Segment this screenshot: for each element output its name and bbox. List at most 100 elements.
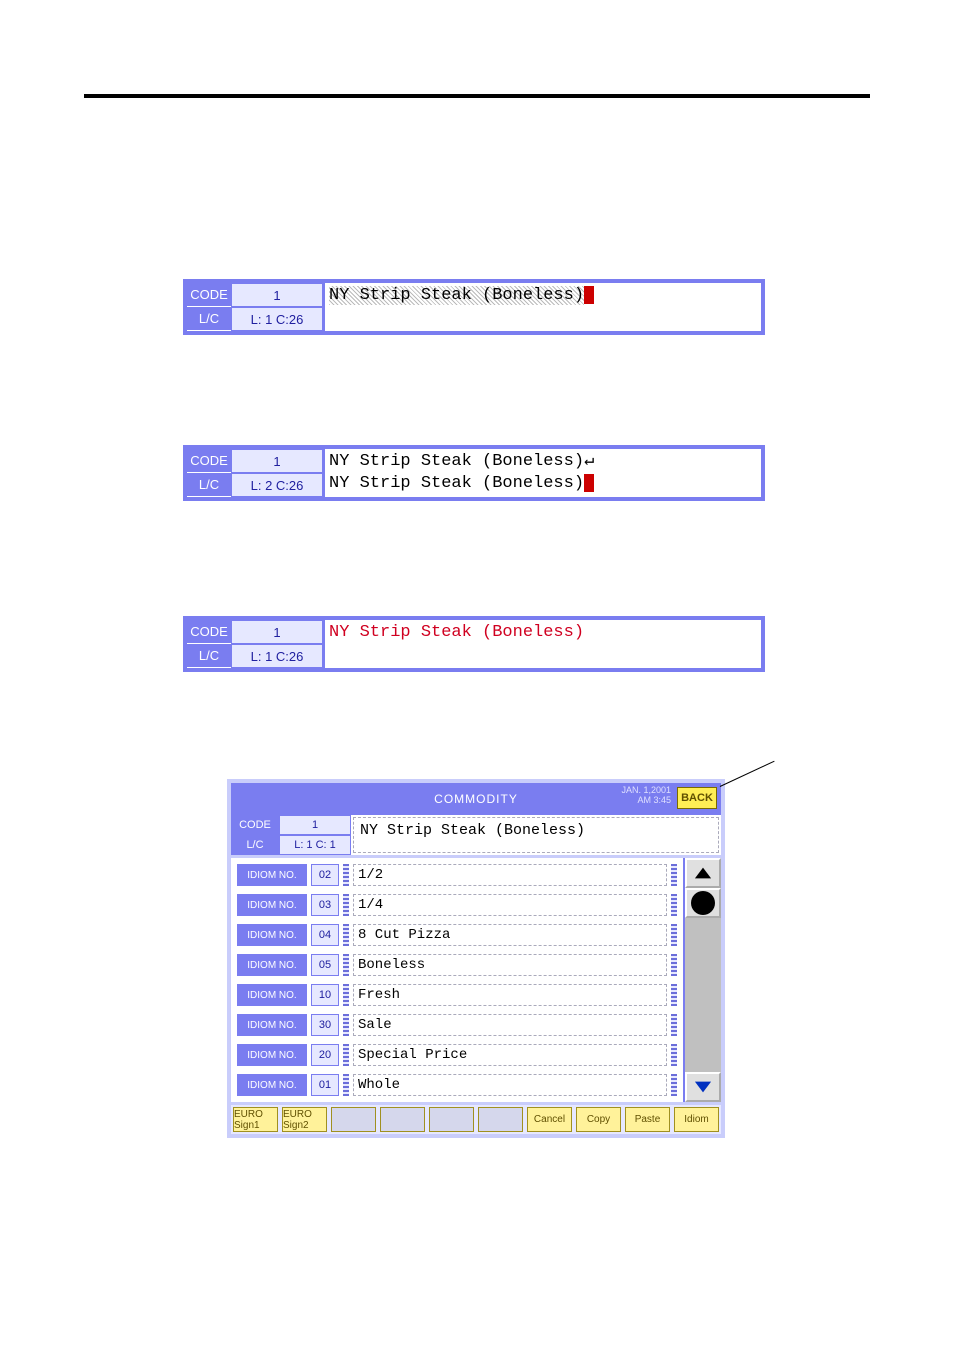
idiom-row[interactable]: IDIOM NO.03 1/4 xyxy=(237,890,677,920)
idiom-list-area: IDIOM NO.021/2IDIOM NO.031/4IDIOM NO.048… xyxy=(231,858,721,1102)
edit-text-area[interactable]: NY Strip Steak (Boneless) xyxy=(323,620,761,668)
idiom-no-value: 05 xyxy=(311,954,339,976)
triangle-down-icon xyxy=(694,1080,712,1094)
scrollbar xyxy=(683,858,721,1102)
grip-icon xyxy=(343,1014,349,1036)
idiom-rows: IDIOM NO.021/2IDIOM NO.031/4IDIOM NO.048… xyxy=(231,858,683,1102)
idiom-no-label: IDIOM NO. xyxy=(237,984,307,1006)
cancel-button[interactable]: Cancel xyxy=(527,1107,572,1132)
idiom-no-value: 04 xyxy=(311,924,339,946)
lc-label: L/C xyxy=(187,307,231,331)
grip-icon xyxy=(343,924,349,946)
grip-icon xyxy=(671,864,677,886)
grip-icon xyxy=(671,1074,677,1096)
annotation-leader-line xyxy=(720,761,775,787)
idiom-row[interactable]: IDIOM NO.01Whole xyxy=(237,1070,677,1100)
code-value: 1 xyxy=(231,283,323,307)
idiom-no-value: 20 xyxy=(311,1044,339,1066)
idiom-text[interactable]: Sale xyxy=(353,1014,667,1036)
euro-sign1-button[interactable]: EURO Sign1 xyxy=(233,1107,278,1132)
code-label: CODE xyxy=(231,815,279,835)
grip-icon xyxy=(671,954,677,976)
code-value: 1 xyxy=(231,620,323,644)
footer-slot-empty xyxy=(380,1107,425,1132)
grip-icon xyxy=(671,984,677,1006)
page-header-rule xyxy=(84,94,870,98)
scroll-down-button[interactable] xyxy=(685,1072,721,1102)
idiom-no-label: IDIOM NO. xyxy=(237,1014,307,1036)
idiom-no-value: 03 xyxy=(311,894,339,916)
text-line-2: NY Strip Steak (Boneless) xyxy=(329,474,584,493)
idiom-no-value: 02 xyxy=(311,864,339,886)
idiom-text[interactable]: Special Price xyxy=(353,1044,667,1066)
lc-label: L/C xyxy=(187,644,231,668)
edit-panel-3: CODE 1 L/C L: 1 C:26 NY Strip Steak (Bon… xyxy=(183,616,765,672)
grip-icon xyxy=(671,1044,677,1066)
code-label: CODE xyxy=(187,449,231,473)
code-value: 1 xyxy=(279,815,351,835)
idiom-row[interactable]: IDIOM NO.10 Fresh xyxy=(237,980,677,1010)
scroll-thumb[interactable] xyxy=(685,888,721,918)
footer-slot-empty xyxy=(478,1107,523,1132)
lc-value: L: 2 C:26 xyxy=(231,473,323,497)
euro-sign2-button[interactable]: EURO Sign2 xyxy=(282,1107,327,1132)
commodity-window: COMMODITY JAN. 1,2001 AM 3:45 BACK CODE … xyxy=(227,779,725,1138)
selected-text: NY Strip Steak (Boneless) xyxy=(329,286,584,305)
paste-button[interactable]: Paste xyxy=(625,1107,670,1132)
code-value: 1 xyxy=(231,449,323,473)
idiom-row[interactable]: IDIOM NO.04 8 Cut Pizza xyxy=(237,920,677,950)
idiom-text[interactable]: Boneless xyxy=(353,954,667,976)
lc-value: L: 1 C:26 xyxy=(231,644,323,668)
idiom-row[interactable]: IDIOM NO.05Boneless xyxy=(237,950,677,980)
scroll-up-button[interactable] xyxy=(685,858,721,888)
back-button[interactable]: BACK xyxy=(677,787,717,809)
idiom-row[interactable]: IDIOM NO.30Sale xyxy=(237,1010,677,1040)
code-label: CODE xyxy=(187,283,231,307)
text-line-1: NY Strip Steak (Boneless)↵ xyxy=(329,452,594,471)
grip-icon xyxy=(343,894,349,916)
panel-meta: CODE 1 L/C L: 2 C:26 xyxy=(187,449,323,497)
idiom-row[interactable]: IDIOM NO.02 1/2 xyxy=(237,860,677,890)
grip-icon xyxy=(671,894,677,916)
lc-label: L/C xyxy=(187,473,231,497)
panel-meta: CODE 1 L/C L: 1 C:26 xyxy=(187,283,323,331)
grip-icon xyxy=(343,954,349,976)
idiom-no-label: IDIOM NO. xyxy=(237,924,307,946)
idiom-text[interactable]: 8 Cut Pizza xyxy=(353,924,667,946)
lc-value: L: 1 C: 1 xyxy=(279,835,351,855)
grip-icon xyxy=(671,924,677,946)
idiom-no-value: 10 xyxy=(311,984,339,1006)
datetime: JAN. 1,2001 AM 3:45 xyxy=(621,785,671,805)
edit-text-area[interactable]: NY Strip Steak (Boneless) xyxy=(323,283,761,331)
scroll-track[interactable] xyxy=(685,918,721,1072)
commodity-name-field[interactable]: NY Strip Steak (Boneless) xyxy=(353,817,719,853)
time-text: AM 3:45 xyxy=(621,795,671,805)
idiom-button[interactable]: Idiom xyxy=(674,1107,719,1132)
window-footer: EURO Sign1 EURO Sign2 Cancel Copy Paste … xyxy=(231,1102,721,1134)
window-titlebar: COMMODITY JAN. 1,2001 AM 3:45 BACK xyxy=(231,783,721,815)
window-header: CODE 1 L/C L: 1 C: 1 NY Strip Steak (Bon… xyxy=(231,815,721,858)
edit-panel-2: CODE 1 L/C L: 2 C:26 NY Strip Steak (Bon… xyxy=(183,445,765,501)
idiom-text[interactable]: 1/4 xyxy=(353,894,667,916)
lc-value: L: 1 C:26 xyxy=(231,307,323,331)
panel-meta: CODE 1 L/C L: 1 C:26 xyxy=(187,620,323,668)
idiom-text[interactable]: 1/2 xyxy=(353,864,667,886)
grip-icon xyxy=(343,984,349,1006)
idiom-row[interactable]: IDIOM NO.20 Special Price xyxy=(237,1040,677,1070)
grip-icon xyxy=(343,1074,349,1096)
copy-button[interactable]: Copy xyxy=(576,1107,621,1132)
lc-label: L/C xyxy=(231,835,279,855)
grip-icon xyxy=(343,1044,349,1066)
text-line: NY Strip Steak (Boneless) xyxy=(329,623,584,642)
idiom-no-label: IDIOM NO. xyxy=(237,1044,307,1066)
grip-icon xyxy=(343,864,349,886)
edit-text-area[interactable]: NY Strip Steak (Boneless)↵ NY Strip Stea… xyxy=(323,449,761,497)
code-label: CODE xyxy=(187,620,231,644)
idiom-no-label: IDIOM NO. xyxy=(237,1074,307,1096)
header-meta: CODE 1 L/C L: 1 C: 1 xyxy=(231,815,351,855)
idiom-text[interactable]: Whole xyxy=(353,1074,667,1096)
date-text: JAN. 1,2001 xyxy=(621,785,671,795)
idiom-no-label: IDIOM NO. xyxy=(237,864,307,886)
idiom-text[interactable]: Fresh xyxy=(353,984,667,1006)
idiom-no-label: IDIOM NO. xyxy=(237,894,307,916)
